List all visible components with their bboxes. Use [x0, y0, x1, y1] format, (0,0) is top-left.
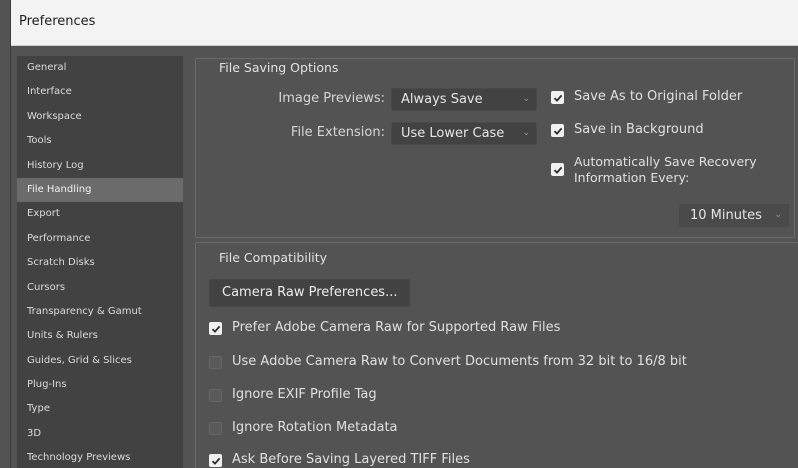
sidebar-item-type[interactable]: Type	[17, 397, 183, 421]
auto-save-interval-dropdown[interactable]: 10 Minutes ⌄	[679, 204, 789, 227]
checkbox-box[interactable]	[209, 356, 222, 369]
sidebar-item-performance[interactable]: Performance	[17, 227, 183, 251]
prefer-camera-raw-label: Prefer Adobe Camera Raw for Supported Ra…	[232, 320, 561, 335]
ask-layered-tiff-label: Ask Before Saving Layered TIFF Files	[232, 452, 470, 467]
file-extension-dropdown[interactable]: Use Lower Case ⌄	[391, 122, 537, 145]
sidebar-item-guides-grid-slices[interactable]: Guides, Grid & Slices	[17, 349, 183, 373]
save-as-original-folder-label: Save As to Original Folder	[574, 89, 743, 104]
auto-save-label-line2: Information Every:	[574, 170, 690, 185]
checkmark-icon	[553, 94, 562, 102]
sidebar-item-history-log[interactable]: History Log	[17, 154, 183, 178]
checkmark-icon	[211, 325, 220, 333]
sidebar-item-3d[interactable]: 3D	[17, 422, 183, 446]
ignore-exif-checkbox[interactable]: Ignore EXIF Profile Tag	[209, 387, 377, 403]
file-handling-panel: File Saving Options Image Previews: Alwa…	[195, 46, 798, 468]
file-saving-options-title: File Saving Options	[219, 60, 339, 75]
ignore-rotation-label: Ignore Rotation Metadata	[232, 420, 398, 435]
sidebar-item-workspace[interactable]: Workspace	[17, 105, 183, 129]
ask-layered-tiff-checkbox[interactable]: Ask Before Saving Layered TIFF Files	[209, 452, 470, 468]
file-compatibility-title: File Compatibility	[219, 250, 328, 265]
sidebar-item-plug-ins[interactable]: Plug-Ins	[17, 373, 183, 397]
image-previews-label: Image Previews:	[278, 91, 385, 106]
checkmark-icon	[211, 457, 220, 465]
checkbox-box[interactable]	[209, 422, 222, 435]
ignore-rotation-checkbox[interactable]: Ignore Rotation Metadata	[209, 420, 398, 436]
preferences-sidebar: General Interface Workspace Tools Histor…	[17, 56, 183, 468]
checkbox-box[interactable]	[209, 322, 222, 335]
window-title: Preferences	[19, 14, 96, 29]
title-bar[interactable]: Preferences	[11, 0, 798, 46]
sidebar-item-file-handling[interactable]: File Handling	[17, 177, 183, 203]
checkbox-box[interactable]	[551, 124, 564, 137]
image-previews-dropdown[interactable]: Always Save ⌄	[391, 88, 537, 111]
save-in-background-checkbox[interactable]: Save in Background	[551, 122, 704, 138]
ignore-exif-label: Ignore EXIF Profile Tag	[232, 387, 377, 402]
sidebar-item-general[interactable]: General	[17, 56, 183, 80]
auto-save-recovery-checkbox[interactable]: Automatically Save Recovery Information …	[551, 154, 757, 186]
auto-save-label-line1: Automatically Save Recovery	[574, 154, 757, 169]
sidebar-item-transparency-gamut[interactable]: Transparency & Gamut	[17, 300, 183, 324]
checkbox-box[interactable]	[551, 91, 564, 104]
chevron-down-icon: ⌄	[774, 210, 782, 220]
sidebar-item-interface[interactable]: Interface	[17, 80, 183, 104]
convert-32bit-label: Use Adobe Camera Raw to Convert Document…	[232, 354, 687, 369]
checkmark-icon	[553, 166, 562, 174]
sidebar-item-units-rulers[interactable]: Units & Rulers	[17, 324, 183, 348]
file-extension-value: Use Lower Case	[401, 126, 505, 141]
chevron-down-icon: ⌄	[522, 128, 530, 138]
save-as-original-folder-checkbox[interactable]: Save As to Original Folder	[551, 89, 742, 105]
sidebar-item-export[interactable]: Export	[17, 202, 183, 226]
file-extension-label: File Extension:	[290, 125, 385, 140]
save-in-background-label: Save in Background	[574, 122, 704, 137]
camera-raw-preferences-button[interactable]: Camera Raw Preferences...	[209, 279, 411, 307]
checkbox-box[interactable]	[551, 163, 564, 176]
checkbox-box[interactable]	[209, 389, 222, 402]
auto-save-recovery-label: Automatically Save Recovery Information …	[574, 154, 757, 186]
checkmark-icon	[553, 127, 562, 135]
preferences-window: Preferences General Interface Workspace …	[10, 0, 798, 468]
sidebar-item-scratch-disks[interactable]: Scratch Disks	[17, 251, 183, 275]
prefer-camera-raw-checkbox[interactable]: Prefer Adobe Camera Raw for Supported Ra…	[209, 320, 560, 336]
chevron-down-icon: ⌄	[522, 94, 530, 104]
convert-32bit-checkbox[interactable]: Use Adobe Camera Raw to Convert Document…	[209, 354, 687, 370]
sidebar-item-tools[interactable]: Tools	[17, 129, 183, 153]
image-previews-value: Always Save	[401, 92, 483, 107]
checkbox-box[interactable]	[209, 454, 222, 467]
sidebar-item-cursors[interactable]: Cursors	[17, 276, 183, 300]
sidebar-item-technology-previews[interactable]: Technology Previews	[17, 446, 183, 468]
auto-save-interval-value: 10 Minutes	[690, 208, 762, 223]
